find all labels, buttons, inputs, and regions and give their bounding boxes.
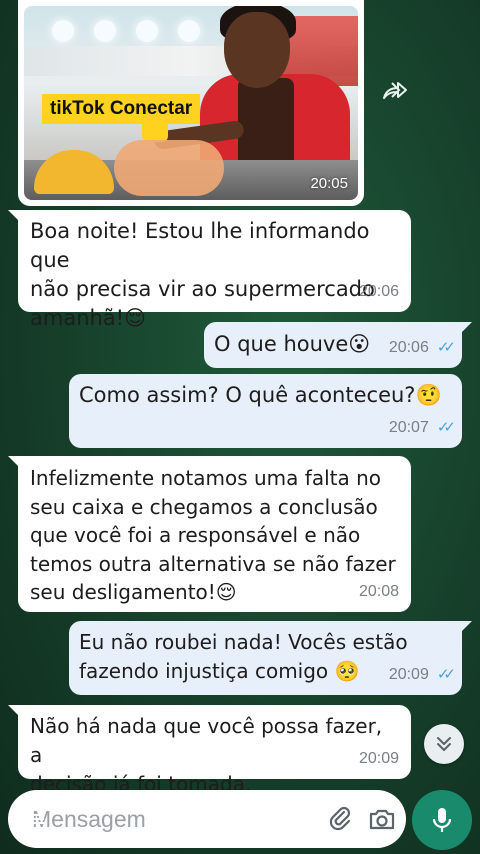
camera-icon[interactable] (368, 803, 396, 835)
chat-view: tikTok Conectar 20:05 Boa noite! Estou l… (0, 0, 480, 854)
message-meta: 20:08 (359, 578, 399, 607)
message-time: 20:06 (388, 339, 429, 356)
read-ticks-icon: ✓✓ (436, 665, 456, 683)
image-thumbnail[interactable]: tikTok Conectar 20:05 (24, 6, 358, 200)
message-time: 20:06 (358, 283, 399, 300)
message-time: 20:09 (358, 750, 399, 767)
message-meta: 20:07 ✓✓ (388, 413, 456, 442)
message-bubble-outgoing[interactable]: O que houve😮 20:06 ✓✓ (204, 322, 472, 368)
microphone-button[interactable] (412, 790, 472, 850)
read-ticks-icon: ✓✓ (436, 418, 456, 436)
message-text: Infelizmente notamos uma falta no seu ca… (30, 466, 396, 604)
message-bubble-incoming[interactable]: Boa noite! Estou lhe informando que não … (8, 210, 411, 330)
message-bubble-outgoing[interactable]: Eu não roubei nada! Vocês estão fazendo … (69, 621, 472, 695)
image-food (34, 150, 114, 194)
message-bubble-incoming[interactable]: Infelizmente notamos uma falta no seu ca… (8, 456, 411, 612)
chevron-double-down-icon (437, 737, 451, 751)
image-person-head (224, 12, 290, 88)
message-text: Como assim? O quê aconteceu?🤨 (79, 383, 442, 407)
image-message[interactable]: tikTok Conectar 20:05 (18, 0, 364, 206)
message-text: Boa noite! Estou lhe informando que não … (30, 219, 375, 330)
image-watermark-badge: tikTok Conectar (42, 94, 201, 124)
forward-icon[interactable] (380, 80, 410, 106)
message-meta: 20:09 (359, 744, 399, 773)
message-meta: 20:06 ✓✓ (388, 333, 456, 362)
message-input[interactable] (32, 805, 328, 833)
message-time: 20:09 (388, 666, 429, 683)
read-ticks-icon: ✓✓ (436, 338, 456, 356)
message-meta: 20:09 ✓✓ (388, 660, 456, 689)
message-meta: 20:06 (359, 277, 399, 306)
message-time: 20:07 (388, 419, 429, 436)
image-timestamp: 20:05 (310, 175, 348, 192)
message-bubble-outgoing[interactable]: Como assim? O quê aconteceu?🤨 20:07 ✓✓ (69, 374, 462, 448)
message-time: 20:08 (358, 582, 399, 600)
message-composer (8, 790, 406, 848)
scroll-to-bottom-button[interactable] (424, 724, 464, 764)
image-bag (114, 140, 224, 196)
message-bubble-incoming[interactable]: Não há nada que você possa fazer, a deci… (8, 705, 411, 796)
microphone-icon (432, 808, 452, 832)
message-text: Não há nada que você possa fazer, a deci… (30, 714, 383, 796)
paperclip-icon[interactable] (328, 803, 354, 835)
